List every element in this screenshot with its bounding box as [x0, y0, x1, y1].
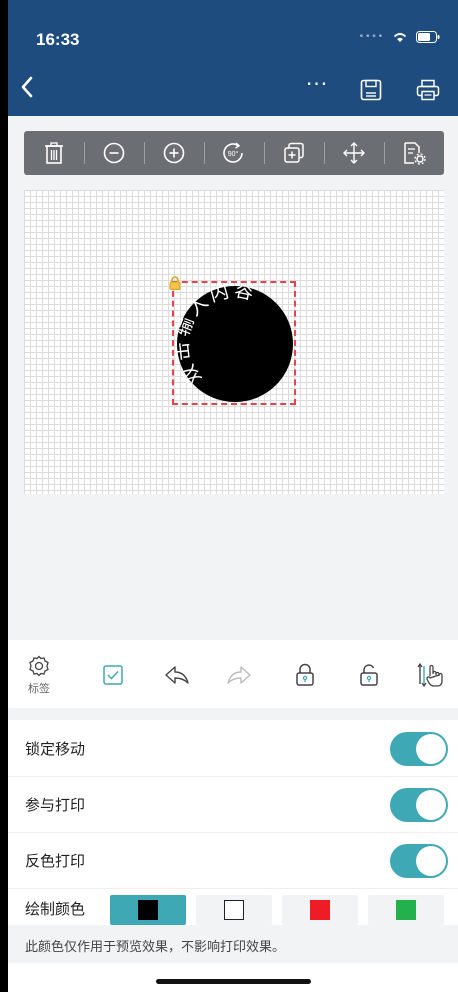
divider	[8, 708, 458, 720]
zoom-out-button[interactable]	[84, 131, 144, 175]
duplicate-button[interactable]	[264, 131, 324, 175]
draw-color-label: 绘制颜色	[25, 900, 86, 918]
settings-label: 标签	[28, 681, 50, 695]
redo-icon	[227, 666, 251, 684]
color-option-white[interactable]	[196, 895, 272, 925]
printer-icon[interactable]	[416, 79, 440, 101]
properties-icon	[404, 142, 426, 165]
rotate-90-icon: 90°	[223, 142, 243, 163]
chevron-left-icon[interactable]	[20, 76, 34, 98]
move-button[interactable]	[324, 131, 384, 175]
trash-icon	[45, 142, 63, 164]
touch-sort-button[interactable]	[408, 645, 454, 705]
invert-print-toggle[interactable]	[390, 844, 448, 878]
participate-print-label: 参与打印	[25, 796, 86, 814]
lock-icon	[296, 663, 314, 686]
floppy-disk-icon[interactable]	[360, 79, 382, 101]
settings-button[interactable]: 标签	[16, 645, 62, 705]
undo-button[interactable]	[154, 645, 200, 705]
status-icons: ••••	[359, 31, 440, 43]
toggle-knob	[416, 846, 446, 876]
lock-badge-icon	[169, 276, 181, 290]
checkbox-icon	[103, 665, 123, 685]
duplicate-icon	[284, 142, 304, 163]
battery-icon	[416, 31, 440, 43]
zoom-out-icon	[103, 142, 125, 164]
delete-button[interactable]	[24, 131, 84, 175]
undo-icon	[165, 666, 189, 684]
toggle-knob	[416, 790, 446, 820]
participate-print-toggle[interactable]	[390, 788, 448, 822]
color-option-red[interactable]	[282, 895, 358, 925]
unlock-icon	[360, 664, 378, 686]
top-bar: 16:33 •••• ···	[8, 0, 458, 116]
invert-print-label: 反色打印	[25, 852, 86, 870]
properties-button[interactable]	[384, 131, 444, 175]
color-chip-white	[224, 900, 244, 920]
rotate-button[interactable]: 90°	[204, 131, 264, 175]
move-icon	[343, 142, 365, 164]
more-button[interactable]: ···	[306, 72, 328, 96]
unlock-button[interactable]	[346, 645, 392, 705]
circular-text-stamp[interactable]: 双击输入内容	[176, 285, 294, 403]
phone-screen: 16:33 •••• ··· 90° 双 入内容 标签 锁定移动 参与打印 反色…	[8, 0, 458, 992]
status-time: 16:33	[36, 30, 80, 49]
zoom-in-button[interactable]	[144, 131, 204, 175]
toggle-knob	[416, 734, 446, 764]
redo-button[interactable]	[216, 645, 262, 705]
color-chip-red	[310, 900, 330, 920]
touch-sort-icon	[417, 662, 443, 688]
lock-move-toggle[interactable]	[390, 732, 448, 766]
color-option-green[interactable]	[368, 895, 444, 925]
edit-toolbar: 90°	[24, 131, 444, 175]
color-option-black[interactable]	[110, 895, 186, 925]
lock-button[interactable]	[282, 645, 328, 705]
home-indicator	[156, 979, 311, 984]
setting-participate-print: 参与打印	[8, 776, 458, 833]
lock-move-label: 锁定移动	[25, 740, 86, 758]
gear-icon	[29, 655, 49, 676]
signal-icon: ••••	[358, 32, 384, 42]
color-chip-green	[396, 900, 416, 920]
action-icon-bar: 标签	[8, 645, 458, 705]
zoom-in-icon	[163, 142, 185, 164]
color-chip-black	[138, 900, 158, 920]
setting-lock-move: 锁定移动	[8, 720, 458, 777]
rotate-90-label: 90°	[228, 150, 239, 158]
preview-note-text: 此颜色仅作用于预览效果，不影响打印效果。	[25, 940, 286, 955]
wifi-icon	[393, 33, 407, 42]
select-button[interactable]	[90, 645, 136, 705]
preview-note: 此颜色仅作用于预览效果，不影响打印效果。	[8, 925, 458, 963]
